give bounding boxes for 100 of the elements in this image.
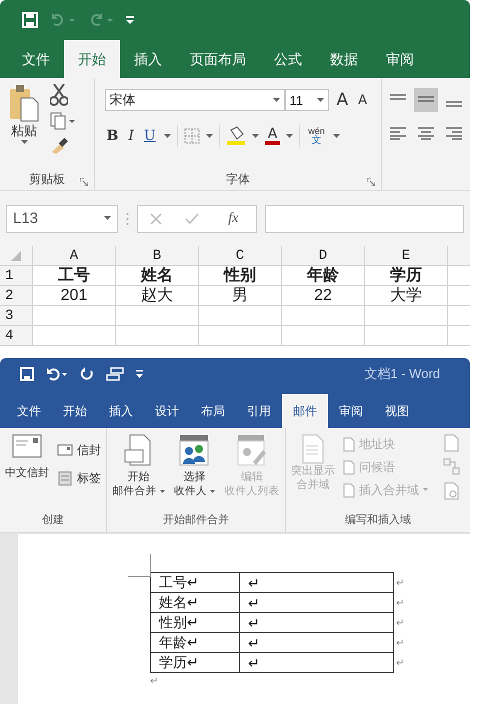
formula-input[interactable]: [265, 204, 464, 232]
clipboard-icon: [9, 84, 39, 122]
table-cell: 工号↵: [150, 572, 240, 592]
caret-icon[interactable]: [206, 134, 213, 138]
paste-button[interactable]: 粘贴: [4, 84, 44, 168]
underline-button[interactable]: U: [142, 128, 158, 144]
caret-icon[interactable]: [332, 134, 340, 138]
column-header[interactable]: C: [199, 246, 282, 266]
customize-icon[interactable]: [126, 15, 134, 25]
font-name-dropdown[interactable]: 宋体: [104, 89, 285, 111]
italic-button[interactable]: I: [126, 128, 136, 144]
copy-icon[interactable]: [50, 112, 76, 130]
phonetic-guide-button[interactable]: wén 文: [306, 126, 327, 146]
shrink-font-button[interactable]: A: [356, 92, 370, 108]
borders-icon[interactable]: [184, 128, 200, 144]
ribbon-tab[interactable]: 插入: [98, 394, 144, 428]
caret-icon[interactable]: [252, 134, 259, 138]
label-icon: [57, 470, 73, 486]
match-fields-icon[interactable]: [443, 458, 461, 476]
row-header[interactable]: 1: [0, 266, 33, 286]
save-icon[interactable]: [20, 367, 34, 381]
table-cell: 姓名↵: [150, 592, 240, 612]
chinese-envelope-button[interactable]: 中文信封: [3, 434, 51, 512]
align-middle-icon[interactable]: [414, 88, 438, 112]
caret-icon[interactable]: [104, 216, 111, 221]
paragraph-mark: ↵: [150, 675, 159, 687]
row-header[interactable]: 3: [0, 306, 33, 326]
scissors-icon[interactable]: [50, 84, 68, 106]
ribbon-tab[interactable]: 布局: [190, 394, 236, 428]
touch-mode-icon[interactable]: [106, 367, 124, 381]
column-header[interactable]: A: [33, 246, 116, 266]
align-left-icon[interactable]: [388, 126, 408, 140]
select-recipients-button[interactable]: 选择 收件人: [172, 434, 217, 512]
row-header[interactable]: 4: [0, 326, 33, 346]
ribbon-tab[interactable]: 视图: [374, 394, 420, 428]
table-cell: ↵: [240, 592, 394, 612]
group-label: 创建: [41, 513, 65, 528]
caret-icon[interactable]: [316, 98, 324, 102]
insert-function-button[interactable]: fx: [222, 210, 244, 228]
row-end-mark: ↵: [394, 652, 404, 672]
table-cell: 学历↵: [150, 652, 240, 672]
row-end-mark: ↵: [394, 632, 404, 652]
fill-color-icon[interactable]: [226, 126, 246, 146]
ribbon-tab[interactable]: 引用: [236, 394, 282, 428]
caret-icon[interactable]: [164, 134, 171, 138]
ribbon-tab[interactable]: 插入: [120, 40, 176, 78]
start-mail-merge-button[interactable]: 开始 邮件合并: [110, 434, 167, 512]
table-cell: 工号: [33, 266, 116, 286]
font-size-dropdown[interactable]: 11: [284, 89, 329, 111]
labels-button[interactable]: 标签: [55, 468, 103, 488]
align-center-icon[interactable]: [416, 126, 436, 140]
customize-icon[interactable]: [136, 370, 143, 378]
table-cell: 22: [282, 286, 365, 306]
undo-icon[interactable]: [46, 367, 68, 381]
caret-icon[interactable]: [20, 140, 28, 145]
ribbon-tab[interactable]: 审阅: [328, 394, 374, 428]
envelopes-button[interactable]: 信封: [55, 440, 103, 460]
table-cell: 赵大: [116, 286, 199, 306]
column-header[interactable]: D: [282, 246, 365, 266]
table-cell: 201: [33, 286, 116, 306]
ribbon-tab[interactable]: 数据: [316, 40, 372, 78]
ribbon-tab[interactable]: 文件: [6, 394, 52, 428]
caret-icon[interactable]: [286, 134, 294, 138]
save-icon[interactable]: [22, 12, 38, 28]
ribbon-tab[interactable]: 公式: [260, 40, 316, 78]
align-right-icon[interactable]: [444, 126, 464, 140]
caret-icon[interactable]: [272, 98, 280, 102]
ribbon-tab[interactable]: 审阅: [372, 40, 428, 78]
group-label: 字体: [226, 170, 250, 188]
ribbon-tab[interactable]: 设计: [144, 394, 190, 428]
row-end-mark: ↵: [394, 572, 404, 592]
crop-mark: [128, 554, 151, 577]
row-end-mark: ↵: [394, 612, 404, 632]
ribbon-tab[interactable]: 开始: [52, 394, 98, 428]
table-cell: ↵: [240, 612, 394, 632]
group-label: 剪贴板: [28, 170, 65, 188]
grow-font-button[interactable]: A: [334, 90, 350, 110]
envelope-icon: [57, 442, 73, 458]
document-icon: [343, 460, 355, 474]
name-box[interactable]: L13: [6, 204, 118, 232]
table-cell: 性别↵: [150, 612, 240, 632]
launcher-icon[interactable]: [367, 178, 375, 186]
caret-icon: [423, 488, 428, 492]
font-color-button[interactable]: A: [264, 127, 280, 145]
ribbon-tab[interactable]: 开始: [64, 40, 120, 78]
envelope-icon: [12, 434, 42, 458]
row-header[interactable]: 2: [0, 286, 33, 306]
repeat-icon[interactable]: [80, 367, 94, 381]
caret-icon: [160, 490, 165, 494]
document-icon: [343, 482, 355, 498]
launcher-icon[interactable]: [80, 178, 88, 186]
table-cell: 性别: [199, 266, 282, 286]
column-header[interactable]: E: [365, 246, 448, 266]
brush-icon[interactable]: [50, 136, 70, 154]
ribbon-tab[interactable]: 页面布局: [176, 40, 260, 78]
group-label: 编写和插入域: [344, 513, 412, 528]
bold-button[interactable]: B: [104, 128, 120, 144]
column-header[interactable]: B: [116, 246, 199, 266]
ribbon-tab[interactable]: 文件: [8, 40, 64, 78]
ribbon-tab[interactable]: 邮件: [282, 394, 328, 428]
